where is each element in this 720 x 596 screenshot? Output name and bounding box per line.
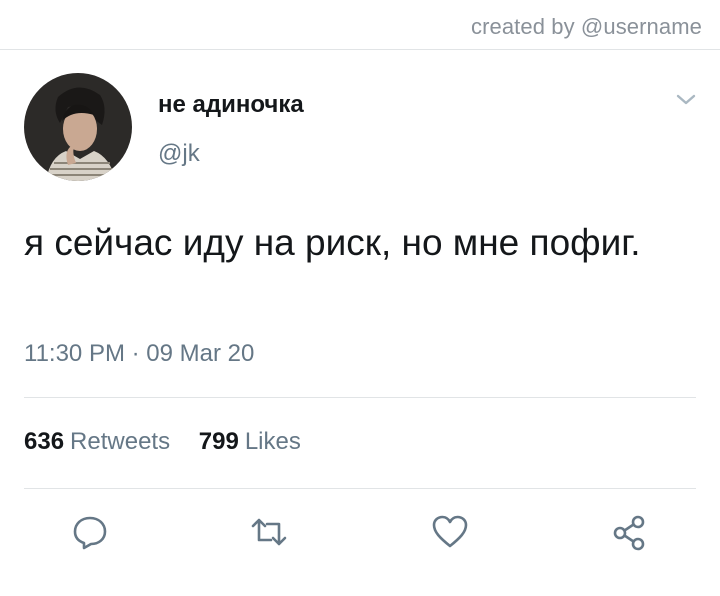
likes-count: 799 bbox=[198, 428, 239, 455]
action-bar bbox=[0, 510, 720, 570]
avatar-photo bbox=[24, 73, 132, 181]
retweets-label: Retweets bbox=[70, 428, 171, 455]
display-name[interactable]: не адиночка bbox=[158, 91, 304, 119]
reply-icon bbox=[73, 516, 107, 550]
tweet-stats: 636 Retweets 799 Likes bbox=[24, 428, 301, 456]
likes-label: Likes bbox=[244, 428, 301, 455]
tweet-timestamp[interactable]: 11:30 PM · 09 Mar 20 bbox=[24, 340, 254, 368]
divider bbox=[24, 397, 696, 398]
retweet-icon bbox=[251, 518, 287, 546]
share-button[interactable] bbox=[607, 510, 651, 554]
likes-stat[interactable]: 799 Likes bbox=[199, 428, 301, 455]
reply-button[interactable] bbox=[68, 510, 112, 554]
share-icon bbox=[613, 515, 645, 551]
tweet-text: я сейчас иду на риск, но мне пофиг. bbox=[24, 222, 641, 263]
heart-icon bbox=[432, 515, 468, 548]
chevron-down-icon[interactable] bbox=[672, 90, 700, 110]
divider bbox=[24, 488, 696, 489]
retweets-count: 636 bbox=[24, 428, 65, 455]
like-button[interactable] bbox=[428, 510, 472, 554]
top-bar: created by @username bbox=[0, 0, 720, 50]
created-by-label: created by @username bbox=[470, 14, 702, 39]
user-handle[interactable]: @jk bbox=[158, 140, 200, 168]
retweet-button[interactable] bbox=[247, 510, 291, 554]
avatar[interactable] bbox=[24, 73, 132, 181]
retweets-stat[interactable]: 636 Retweets bbox=[24, 428, 177, 455]
